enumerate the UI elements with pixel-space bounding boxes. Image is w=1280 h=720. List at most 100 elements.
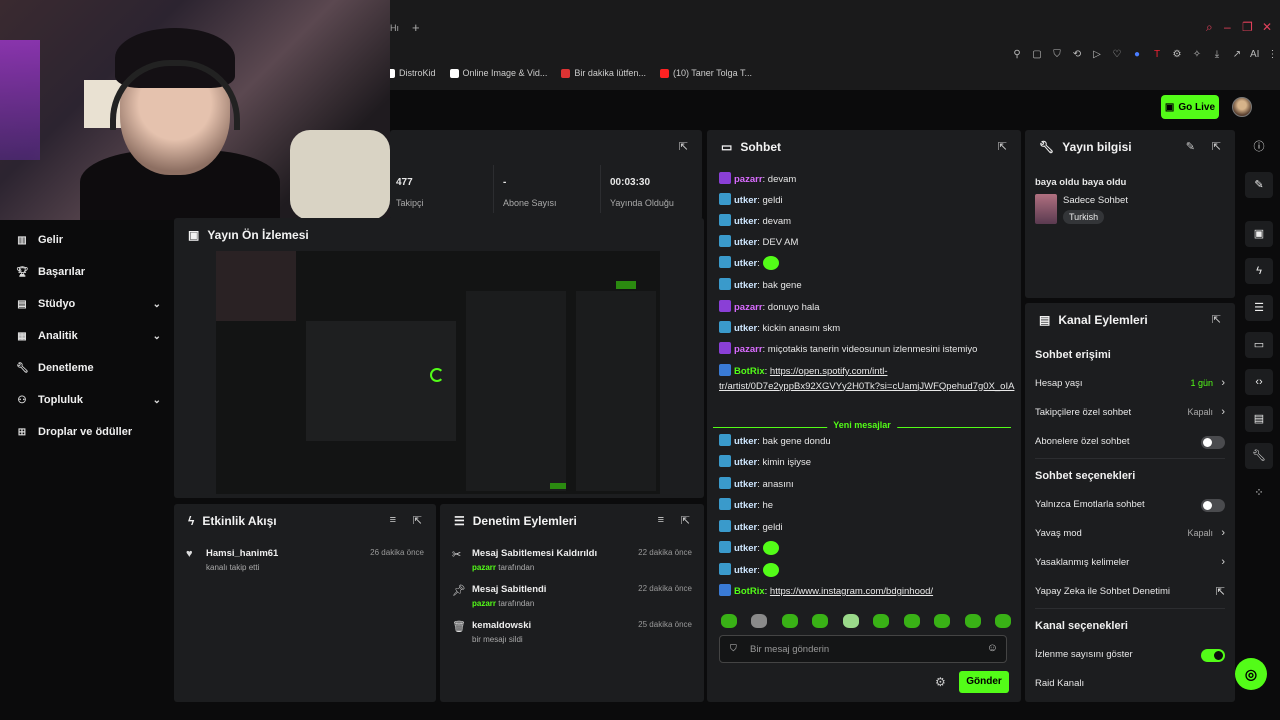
chat-username[interactable]: utker: [734, 258, 757, 269]
chat-message[interactable]: utker: geldi: [719, 520, 1015, 536]
popout-icon[interactable]: ⇱: [679, 140, 688, 153]
chat-message[interactable]: utker: kickin anasını skm: [719, 321, 1015, 337]
emote-icon[interactable]: [842, 614, 859, 628]
menu-icon[interactable]: ⋮: [1265, 49, 1279, 60]
extension-icon[interactable]: ⚙: [1170, 49, 1184, 60]
chat-username[interactable]: pazarr: [734, 302, 763, 313]
category-name[interactable]: Sadece Sohbet: [1063, 195, 1128, 206]
bookmark[interactable]: (10) Taner Tolga T...: [659, 68, 752, 78]
chat-message[interactable]: BotRix: https://open.spotify.com/intl-tr…: [719, 364, 1015, 394]
emote-icon[interactable]: [994, 614, 1011, 628]
chat-message[interactable]: utker:: [719, 541, 1015, 557]
chat-link[interactable]: https://www.instagram.com/bdginhood/: [770, 586, 933, 597]
screenshot-icon[interactable]: ▢: [1030, 49, 1044, 60]
subs-only-toggle[interactable]: [1201, 436, 1225, 449]
maximize-icon[interactable]: ❐: [1242, 20, 1253, 34]
emote-icon[interactable]: [934, 614, 951, 628]
emoji-icon[interactable]: ☺: [987, 642, 998, 654]
bolt-icon[interactable]: ϟ: [1245, 258, 1273, 284]
chat-icon[interactable]: ▭: [1245, 332, 1273, 358]
preview-video[interactable]: [216, 251, 660, 494]
chat-username[interactable]: BotRix: [734, 366, 765, 377]
chat-username[interactable]: utker: [734, 195, 757, 206]
emote-icon[interactable]: [873, 614, 890, 628]
chat-username[interactable]: pazarr: [734, 344, 763, 355]
sidebar-item-studyo[interactable]: ▤ Stüdyo ⌄: [16, 293, 161, 315]
new-tab-button[interactable]: +: [412, 20, 420, 35]
chat-username[interactable]: BotRix: [734, 586, 765, 597]
chat-message[interactable]: utker:: [719, 256, 1015, 272]
popout-icon[interactable]: ⇱: [681, 514, 690, 527]
chat-message[interactable]: pazarr: miçotakis tanerin videosunun izl…: [719, 342, 1015, 358]
share-icon[interactable]: ↗: [1230, 49, 1244, 60]
gear-icon[interactable]: ⚙: [935, 675, 946, 689]
followers-only-option[interactable]: Takipçilere özel sohbet Kapalı ›: [1035, 406, 1225, 425]
translate-icon[interactable]: ⟲: [1070, 49, 1084, 60]
bookmark[interactable]: Online Image & Vid...: [449, 68, 547, 78]
popout-icon[interactable]: ⇱: [413, 514, 422, 527]
chat-username[interactable]: utker: [734, 323, 757, 334]
extension-red-icon[interactable]: T: [1150, 49, 1164, 60]
emote-icon[interactable]: [903, 614, 920, 628]
account-age-option[interactable]: Hesap yaşı 1 gün ›: [1035, 377, 1225, 396]
browser-tab[interactable]: Hı: [390, 23, 399, 33]
help-chat-icon[interactable]: ◎: [1235, 658, 1267, 690]
puzzle-icon[interactable]: ✧: [1190, 49, 1204, 60]
chat-username[interactable]: utker: [734, 543, 757, 554]
info-icon[interactable]: ⓘ: [1245, 134, 1273, 160]
go-live-button[interactable]: ▣ Go Live: [1161, 95, 1219, 119]
search-icon[interactable]: ⌕: [1206, 20, 1213, 35]
actions-icon[interactable]: ▤: [1245, 406, 1273, 432]
edit-icon[interactable]: ✎: [1245, 172, 1273, 198]
mod-user[interactable]: pazarr: [472, 599, 496, 608]
chat-username[interactable]: utker: [734, 565, 757, 576]
chat-message[interactable]: utker: he: [719, 498, 1015, 514]
code-icon[interactable]: ‹›: [1245, 369, 1273, 395]
chat-username[interactable]: utker: [734, 457, 757, 468]
filter-icon[interactable]: ≡: [658, 514, 664, 526]
filter-icon[interactable]: ≡: [390, 514, 396, 526]
raid-option[interactable]: Raid Kanalı: [1035, 678, 1225, 696]
banned-words-option[interactable]: Yasaklanmış kelimeler ›: [1035, 556, 1225, 575]
heart-icon[interactable]: ♡: [1110, 49, 1124, 60]
close-icon[interactable]: ✕: [1262, 20, 1272, 34]
chat-message[interactable]: utker:: [719, 563, 1015, 579]
edit-icon[interactable]: ✎: [1186, 140, 1195, 153]
ai-button[interactable]: AI: [1250, 49, 1259, 60]
sidebar-item-topluluk[interactable]: ⚇ Topluluk ⌄: [16, 389, 161, 411]
sidebar-item-droplar[interactable]: ⊞ Droplar ve ödüller: [16, 421, 161, 443]
sidebar-item-gelir[interactable]: ▥ Gelir: [16, 229, 161, 251]
chat-message[interactable]: utker: kimin işiyse: [719, 455, 1015, 471]
extension-blue-icon[interactable]: ●: [1130, 49, 1144, 60]
chat-input[interactable]: ⛉ Bir mesaj gönderin ☺: [719, 635, 1007, 663]
shield-icon[interactable]: ⛉: [1050, 49, 1064, 60]
chat-message[interactable]: utker: anasını: [719, 477, 1015, 493]
mod-user[interactable]: pazarr: [472, 563, 496, 572]
emote-icon[interactable]: [781, 614, 798, 628]
chat-message[interactable]: utker: devam: [719, 214, 1015, 230]
chat-message[interactable]: BotRix: https://www.instagram.com/bdginh…: [719, 584, 1015, 600]
chat-message[interactable]: pazarr: donuyo hala: [719, 300, 1015, 316]
download-icon[interactable]: ⤓: [1210, 49, 1224, 60]
chat-username[interactable]: utker: [734, 280, 757, 291]
avatar[interactable]: [1232, 97, 1252, 117]
sidebar-item-analitik[interactable]: ▦ Analitik ⌄: [16, 325, 161, 347]
sidebar-item-denetleme[interactable]: 🔧︎ Denetleme: [16, 357, 161, 379]
play-icon[interactable]: ▷: [1090, 49, 1104, 60]
emote-icon[interactable]: [812, 614, 829, 628]
wrench-icon[interactable]: 🔧︎: [1245, 443, 1273, 469]
list-icon[interactable]: ☰: [1245, 295, 1273, 321]
category-thumbnail[interactable]: [1035, 194, 1057, 224]
emote-icon[interactable]: [751, 614, 768, 628]
bookmark[interactable]: Bir dakika lütfen...: [561, 68, 646, 78]
sidebar-item-basarilar[interactable]: 🏆︎ Başarılar: [16, 261, 161, 283]
ai-moderation-option[interactable]: Yapay Zeka ile Sohbet Denetimi ⇱: [1035, 586, 1225, 604]
chat-username[interactable]: pazarr: [734, 174, 763, 185]
chat-message[interactable]: pazarr: devam: [719, 172, 1015, 188]
chat-username[interactable]: utker: [734, 500, 757, 511]
pin-icon[interactable]: ⚲: [1010, 49, 1024, 60]
send-button[interactable]: Gönder: [959, 671, 1009, 693]
chat-username[interactable]: utker: [734, 479, 757, 490]
show-viewers-toggle[interactable]: [1201, 649, 1225, 662]
chat-message[interactable]: utker: geldi: [719, 193, 1015, 209]
